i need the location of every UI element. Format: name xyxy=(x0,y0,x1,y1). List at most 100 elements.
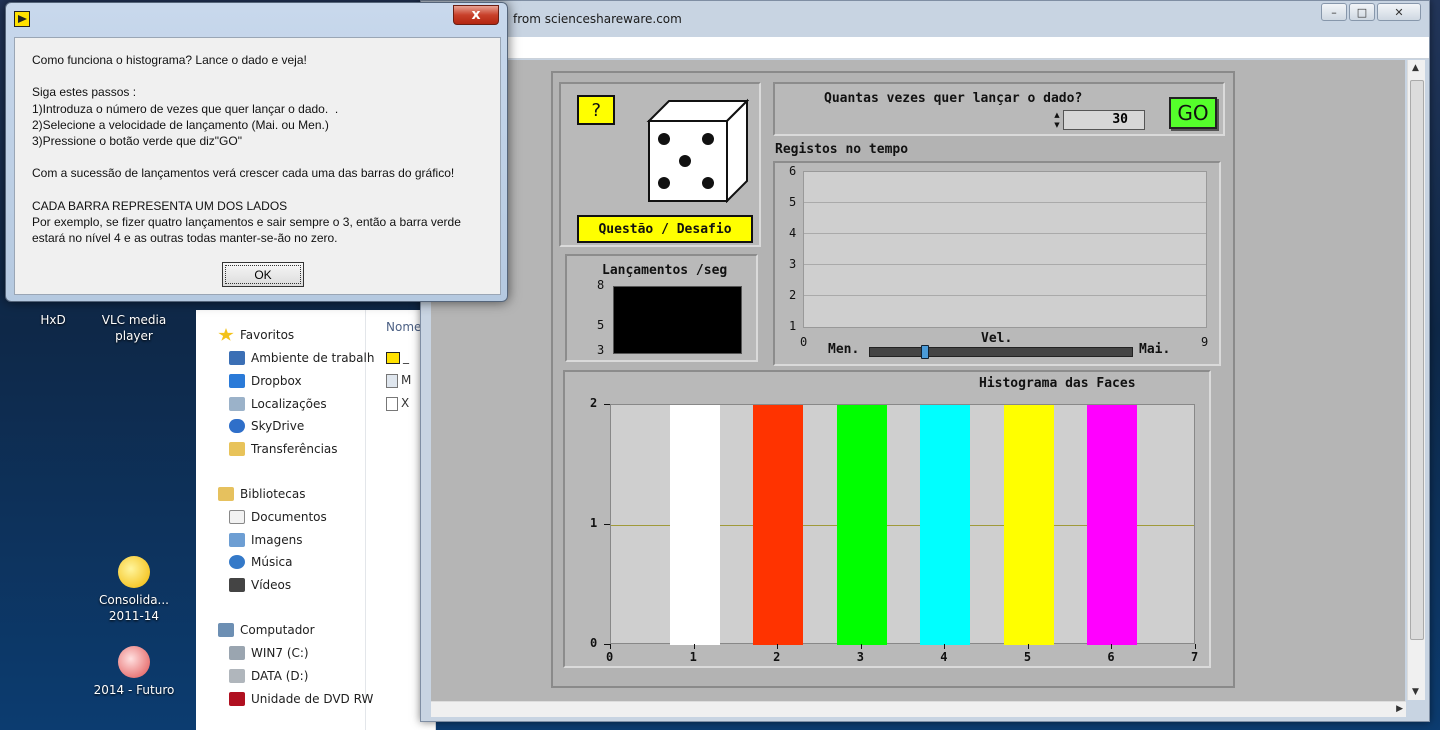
rate-tick: 8 xyxy=(597,278,605,292)
ok-button[interactable]: OK xyxy=(222,262,304,287)
go-button[interactable]: GO xyxy=(1169,97,1217,129)
nav-desktop[interactable]: Ambiente de trabalh xyxy=(229,348,374,368)
histogram-bar-face-2 xyxy=(753,405,804,645)
speed-min-label: Men. xyxy=(828,342,860,357)
star-icon xyxy=(218,328,234,341)
time-x-tick: 0 xyxy=(800,335,808,349)
histogram-y-tick: 2 xyxy=(590,396,598,410)
labview-file-icon xyxy=(386,351,400,364)
nav-videos[interactable]: Vídeos xyxy=(229,575,291,595)
decrement-icon[interactable]: ▼ xyxy=(1054,121,1059,129)
speed-slider[interactable] xyxy=(869,345,1133,359)
time-y-tick: 6 xyxy=(789,164,797,178)
time-y-tick: 2 xyxy=(789,288,797,302)
histogram-x-tick: 6 xyxy=(1107,650,1115,664)
histogram-x-tick-mark xyxy=(693,644,695,649)
desktop-icon-label: HxD xyxy=(40,313,66,327)
scroll-thumb[interactable] xyxy=(1410,80,1424,640)
count-spinner[interactable]: ▲ ▼ xyxy=(1053,110,1061,130)
cloud-icon xyxy=(229,419,245,433)
vertical-scrollbar[interactable]: ▲ ▼ xyxy=(1407,60,1425,700)
nav-label: Documentos xyxy=(251,510,327,524)
nav-label: Música xyxy=(251,555,293,569)
histogram-bar-face-6 xyxy=(1087,405,1138,645)
close-icon: ✕ xyxy=(1394,5,1404,19)
desktop-icon-hxd[interactable]: HxD xyxy=(8,312,98,328)
window-controls: – □ ✕ xyxy=(1321,3,1421,21)
dropbox-icon xyxy=(229,374,245,388)
scroll-up-icon[interactable]: ▲ xyxy=(1412,63,1419,73)
time-x-tick: 9 xyxy=(1201,335,1209,349)
nav-downloads[interactable]: Transferências xyxy=(229,439,338,459)
increment-icon[interactable]: ▲ xyxy=(1054,111,1059,119)
nav-label: Dropbox xyxy=(251,374,302,388)
nav-libraries[interactable]: Bibliotecas xyxy=(218,484,305,504)
minimize-button[interactable]: – xyxy=(1321,3,1347,21)
nav-skydrive[interactable]: SkyDrive xyxy=(229,416,304,436)
minimize-icon: – xyxy=(1331,5,1337,19)
count-question: Quantas vezes quer lançar o dado? xyxy=(824,91,1083,106)
desktop-icon-consolida[interactable]: Consolida... 2011-14 xyxy=(89,556,179,624)
histogram-x-tick-mark xyxy=(777,644,779,649)
maximize-button[interactable]: □ xyxy=(1349,3,1375,21)
nav-label: DATA (D:) xyxy=(251,669,309,683)
nav-documents[interactable]: Documentos xyxy=(229,507,327,527)
nav-label: Transferências xyxy=(251,442,338,456)
nav-label: WIN7 (C:) xyxy=(251,646,309,660)
histogram-y-tick-mark xyxy=(604,524,610,525)
nav-label: SkyDrive xyxy=(251,419,305,433)
dvd-drive-icon xyxy=(229,692,245,706)
histogram-bar-face-3 xyxy=(836,405,887,645)
shortcut-icon xyxy=(118,646,150,678)
scroll-down-icon[interactable]: ▼ xyxy=(1412,687,1419,697)
speed-max-label: Mai. xyxy=(1139,342,1171,357)
nav-dvd[interactable]: Unidade de DVD RW xyxy=(229,689,373,709)
file-name: M xyxy=(401,373,412,387)
nav-dropbox[interactable]: Dropbox xyxy=(229,371,302,391)
nav-label: Localizações xyxy=(251,397,327,411)
desktop-icon-futuro[interactable]: 2014 - Futuro xyxy=(89,646,179,698)
nav-locations[interactable]: Localizações xyxy=(229,394,327,414)
histogram-x-tick-mark xyxy=(610,644,611,649)
help-button[interactable]: ? xyxy=(577,95,615,125)
scroll-right-icon[interactable]: ▶ xyxy=(1396,704,1403,714)
histogram-x-tick-mark xyxy=(1195,644,1196,649)
file-item[interactable]: _ xyxy=(386,350,409,364)
close-button[interactable]: ✕ xyxy=(1377,3,1421,21)
explorer-navigation-pane: Favoritos Ambiente de trabalh Dropbox Lo… xyxy=(196,310,374,730)
time-y-tick: 3 xyxy=(789,257,797,271)
file-item[interactable]: X xyxy=(386,396,409,411)
dialog-close-button[interactable]: x xyxy=(453,5,499,25)
file-name: _ xyxy=(403,350,409,364)
desktop-icon-vlc[interactable]: VLC media player xyxy=(89,312,179,344)
nav-images[interactable]: Imagens xyxy=(229,530,302,550)
histogram-y-tick: 1 xyxy=(590,516,598,530)
nav-label: Computador xyxy=(240,623,315,637)
column-header-name[interactable]: Nome xyxy=(386,320,421,334)
challenge-button[interactable]: Questão / Desafio xyxy=(577,215,753,243)
nav-computer[interactable]: Computador xyxy=(218,620,315,640)
nav-favoritos[interactable]: Favoritos xyxy=(218,325,294,345)
histogram-x-tick: 2 xyxy=(773,650,781,664)
info-dialog: x Como funciona o histograma? Lance o da… xyxy=(5,2,508,302)
explorer-file-list: Nome _ M X xyxy=(368,310,428,730)
rate-tick: 5 xyxy=(597,318,605,332)
count-input[interactable]: 30 xyxy=(1063,110,1145,130)
horizontal-scrollbar[interactable]: ▶ xyxy=(431,701,1406,717)
file-item[interactable]: M xyxy=(386,373,411,388)
speed-slider-thumb[interactable] xyxy=(920,345,929,359)
histogram-y-tick-mark xyxy=(604,404,610,405)
histogram-x-tick-mark xyxy=(860,644,862,649)
shortcut-icon xyxy=(118,556,150,588)
time-y-tick: 1 xyxy=(789,319,797,333)
documents-icon xyxy=(229,510,245,524)
nav-music[interactable]: Música xyxy=(229,552,293,572)
drive-icon xyxy=(229,669,245,683)
nav-label: Ambiente de trabalh xyxy=(251,351,375,365)
time-y-tick: 5 xyxy=(789,195,797,209)
nav-drive-d[interactable]: DATA (D:) xyxy=(229,666,308,686)
time-chart-plot xyxy=(803,171,1207,328)
desktop-icon-label: Consolida... 2011-14 xyxy=(98,593,169,623)
speed-label: Vel. xyxy=(981,331,1013,346)
nav-drive-c[interactable]: WIN7 (C:) xyxy=(229,643,309,663)
